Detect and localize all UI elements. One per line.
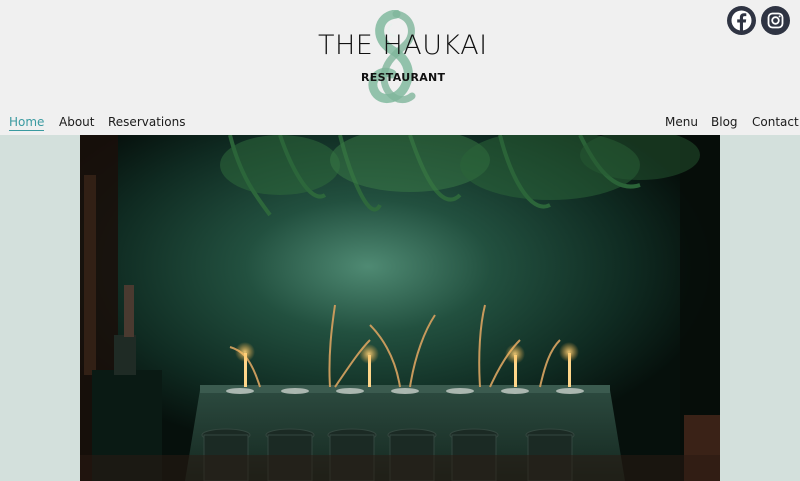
facebook-link[interactable] — [727, 6, 756, 35]
hero-section — [0, 135, 800, 481]
dining-room-photo — [80, 135, 720, 481]
main-nav: Home About Reservations Menu Blog Contac… — [0, 113, 800, 135]
brand-title[interactable]: THE HAUKAI — [318, 30, 488, 61]
facebook-icon — [731, 10, 752, 31]
nav-home[interactable]: Home — [9, 115, 45, 131]
nav-contact[interactable]: Contact — [752, 115, 799, 129]
nav-about[interactable]: About — [59, 115, 94, 129]
instagram-icon — [767, 12, 784, 29]
nav-reservations[interactable]: Reservations — [108, 115, 185, 129]
nav-blog[interactable]: Blog — [711, 115, 738, 129]
brand-subtitle: RESTAURANT — [361, 71, 446, 84]
nav-menu[interactable]: Menu — [665, 115, 698, 129]
instagram-link[interactable] — [761, 6, 790, 35]
site-header: THE HAUKAI RESTAURANT — [0, 0, 800, 113]
